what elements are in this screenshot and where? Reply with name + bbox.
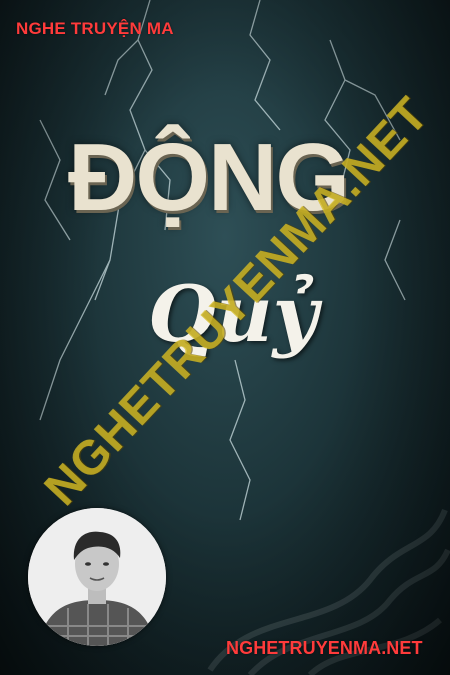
person-photo-icon: [28, 508, 166, 646]
narrator-avatar: [28, 508, 166, 646]
site-name-bottom: NGHETRUYENMA.NET: [226, 638, 423, 658]
site-name-top: NGHE TRUYỆN MA: [16, 19, 174, 38]
book-cover: ĐỘNG Quỷ NGHETRUYENMA.NET NGHE TRUYỆN MA: [0, 0, 450, 675]
